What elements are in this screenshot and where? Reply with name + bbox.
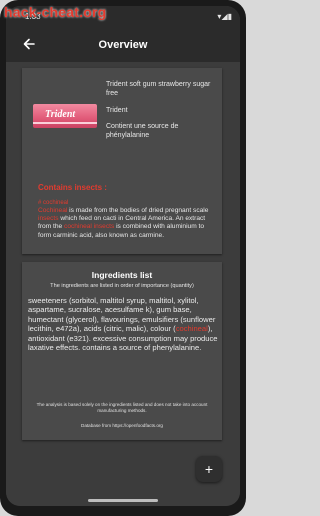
product-image-label: Trident — [45, 109, 76, 120]
plus-icon: + — [204, 461, 214, 477]
screen: 1:33 ▾◢▮ Overview Trident Trident soft g… — [6, 6, 240, 506]
desc-part: is made from the bodies of dried pregnan… — [67, 207, 209, 214]
app-bar: Overview — [6, 28, 240, 62]
ingredients-text: sweeteners (sorbitol, maltitol syrup, ma… — [28, 296, 218, 352]
page-title: Overview — [98, 39, 148, 51]
product-image: Trident — [33, 104, 97, 128]
arrow-left-icon — [23, 38, 35, 50]
analysis-disclaimer: The analysis is based solely on the ingr… — [36, 402, 208, 413]
desc-part: Cochineal — [38, 207, 68, 214]
ingredients-text-highlight: cochineal — [175, 324, 208, 334]
contains-insects-heading: Contains insects : — [38, 183, 107, 192]
ingredients-subtitle: The ingredients are listed in order of i… — [50, 283, 194, 289]
product-name: Trident soft gum strawberry sugar free — [106, 81, 211, 97]
back-button[interactable] — [20, 35, 38, 53]
database-source: Database from https://openfoodfacts.org — [81, 423, 163, 428]
ingredients-card: Ingredients list The ingredients are lis… — [22, 262, 222, 440]
watermark: hack-cheat.org — [4, 4, 107, 20]
ingredients-title: Ingredients list — [91, 270, 153, 280]
navigation-bar — [6, 492, 240, 506]
add-fab-button[interactable]: + — [196, 456, 222, 482]
product-image-stripe — [33, 122, 97, 124]
product-note: Contient une source de phénylalanine — [106, 123, 179, 139]
additive-description: Cochineal is made from the bodies of dri… — [38, 207, 216, 240]
desc-part: insects — [38, 215, 59, 223]
phone-frame: hack-cheat.org 1:33 ▾◢▮ Overview Trident… — [0, 0, 246, 516]
desc-part: cochineal insects — [64, 223, 115, 231]
product-card: Trident Trident soft gum strawberry suga… — [22, 68, 222, 254]
status-indicators: ▾◢▮ — [217, 12, 232, 21]
additive-tag: # cochineal — [38, 200, 69, 206]
product-brand: Trident — [106, 107, 128, 114]
home-gesture-handle[interactable] — [88, 499, 158, 502]
